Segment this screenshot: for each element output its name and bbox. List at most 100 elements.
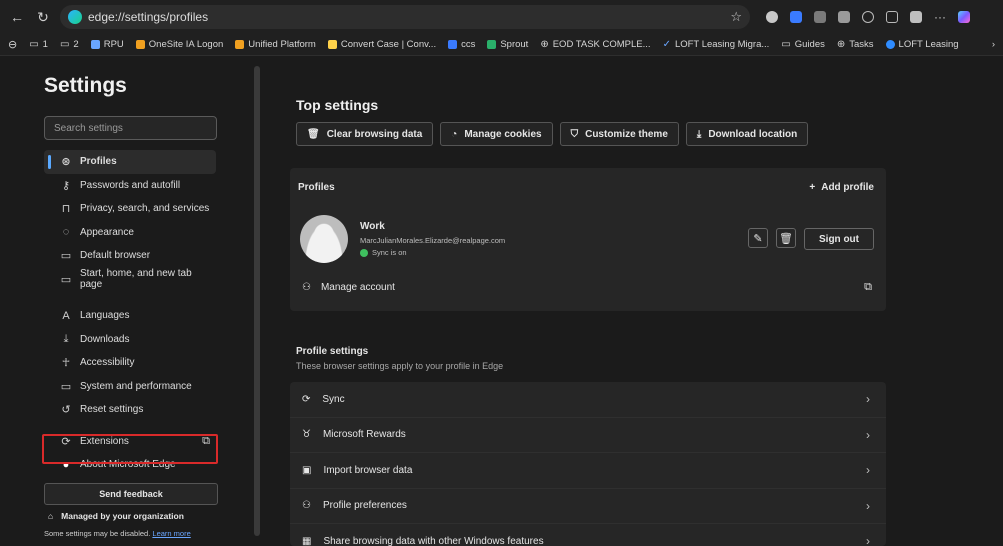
- favorite-item[interactable]: ⊕ EOD TASK COMPLE...: [540, 39, 650, 50]
- avatar[interactable]: [910, 11, 922, 23]
- globe-icon: ⊕: [836, 39, 846, 50]
- profile-name: Work: [360, 221, 385, 232]
- download-location-button[interactable]: ⤓ Download location: [685, 122, 809, 146]
- site-icon: [235, 40, 245, 49]
- sidebar-item-downloads[interactable]: ⤓ Downloads: [44, 328, 216, 352]
- globe-icon: ⊕: [540, 39, 549, 50]
- profiles-heading: Profiles: [298, 182, 335, 193]
- sidebar-item-start-home[interactable]: ▭ Start, home, and new tab page: [44, 268, 216, 292]
- settings-row-sync[interactable]: ⟳ Sync ›: [290, 382, 886, 418]
- learn-more-link[interactable]: Learn more: [152, 529, 190, 538]
- cookie-icon: ◔: [451, 128, 458, 140]
- copilot-icon[interactable]: [958, 11, 970, 23]
- favorite-item[interactable]: Sprout: [487, 39, 528, 50]
- favorite-item[interactable]: LOFT Leasing: [885, 39, 959, 50]
- clear-browsing-data-button[interactable]: 🗑 Clear browsing data: [296, 122, 434, 146]
- settings-row-preferences[interactable]: ⚇ Profile preferences ›: [290, 489, 886, 524]
- extension-icon[interactable]: [838, 11, 850, 23]
- search-placeholder: Search settings: [54, 122, 123, 134]
- search-input[interactable]: Search settings: [44, 116, 217, 140]
- extension-icon[interactable]: [766, 11, 778, 23]
- sidebar-scrollbar[interactable]: [254, 66, 260, 536]
- extension-icons: ···: [766, 10, 970, 24]
- edge-icon: [68, 10, 82, 24]
- refresh-icon[interactable]: ↻: [34, 8, 52, 26]
- delete-profile-button[interactable]: 🗑: [776, 228, 796, 248]
- profile-icon: ⊛: [61, 156, 71, 169]
- sign-out-button[interactable]: Sign out: [804, 228, 874, 250]
- chevron-right-icon: ›: [866, 427, 870, 442]
- profile-settings-title: Profile settings: [296, 346, 369, 357]
- page-title: Settings: [44, 74, 127, 97]
- favorite-item[interactable]: ✓ LOFT Leasing Migra...: [663, 39, 770, 50]
- favorite-item[interactable]: ccs: [448, 39, 475, 50]
- favorite-item[interactable]: Convert Case | Conv...: [327, 39, 436, 50]
- site-icon: [90, 40, 100, 49]
- favorite-star-icon[interactable]: ☆: [730, 9, 742, 25]
- address-bar[interactable]: edge://settings/profiles ☆: [60, 5, 750, 29]
- manage-account-row[interactable]: ⚇ Manage account ⧉: [290, 263, 886, 294]
- profile-settings-card: ⟳ Sync › ♉ Microsoft Rewards › ▣ Import brows…: [290, 382, 886, 546]
- sidebar-item-reset[interactable]: ↺ Reset settings: [44, 398, 216, 422]
- folder-icon: ▭: [781, 39, 791, 50]
- sidebar-item-appearance[interactable]: ◌ Appearance: [44, 221, 216, 245]
- favorite-item[interactable]: ⊕ Tasks: [837, 39, 874, 50]
- favorite-item[interactable]: Unified Platform: [235, 39, 316, 50]
- favorite-item[interactable]: RPU: [90, 39, 124, 50]
- person-icon: ⚇: [302, 282, 311, 293]
- sidebar-item-accessibility[interactable]: ☥ Accessibility: [44, 351, 216, 375]
- disabled-settings-note: Some settings may be disabled. Learn mor…: [44, 528, 191, 538]
- lock-icon: ⊓: [61, 203, 71, 216]
- laptop-icon: ▭: [60, 380, 72, 393]
- profiles-card: Profiles + Add profile Work MarcJulianMor…: [290, 168, 886, 311]
- extension-icon[interactable]: [814, 11, 826, 23]
- favorites-bar: ⊖ ▭ 1 ▭ 2 RPU OneSite IA Logon Unified Pla…: [0, 34, 1003, 56]
- theme-icon: ⛉: [570, 128, 579, 140]
- sidebar-item-system[interactable]: ▭ System and performance: [44, 375, 216, 399]
- languages-icon: A: [62, 309, 70, 322]
- profile-row: Work MarcJulianMorales.Elizarde@realpage…: [290, 215, 886, 263]
- download-icon: ⤓: [63, 332, 69, 345]
- more-icon[interactable]: ···: [934, 10, 946, 24]
- site-icon: [135, 40, 145, 49]
- site-icon: [885, 40, 895, 49]
- favorite-item[interactable]: ▭ 2: [60, 39, 79, 50]
- manage-cookies-button[interactable]: ◔ Manage cookies: [440, 122, 553, 146]
- import-icon: ▣: [302, 464, 312, 476]
- collections-icon[interactable]: ⊖: [8, 38, 17, 51]
- favorite-item[interactable]: ▭ Guides: [781, 39, 825, 50]
- browser-toolbar: ← ↻ edge://settings/profiles ☆ ···: [0, 0, 1003, 34]
- managed-notice: ⌂ Managed by your organization: [48, 510, 184, 521]
- settings-row-rewards[interactable]: ♉ Microsoft Rewards ›: [290, 418, 886, 453]
- accessibility-icon: ☥: [61, 357, 71, 370]
- profile-settings-subtitle: These browser settings apply to your pro…: [296, 361, 504, 371]
- windows-icon: ▦: [302, 535, 312, 546]
- settings-row-import[interactable]: ▣ Import browser data ›: [290, 453, 886, 489]
- download-icon: ⤓: [696, 128, 702, 140]
- sidebar-item-passwords[interactable]: ⚷ Passwords and autofill: [44, 174, 216, 198]
- sidebar-item-profiles[interactable]: ⊛ Profiles: [44, 150, 216, 174]
- add-profile-button[interactable]: + Add profile: [809, 182, 874, 193]
- sidebar-item-privacy[interactable]: ⊓ Privacy, search, and services: [44, 197, 216, 221]
- settings-row-share-windows[interactable]: ▦ Share browsing data with other Windows …: [290, 524, 886, 546]
- reset-icon: ↺: [61, 404, 71, 417]
- avatar: [300, 215, 348, 263]
- favorite-item[interactable]: OneSite IA Logon: [135, 39, 223, 50]
- site-icon: [487, 40, 497, 49]
- favorite-item[interactable]: ▭ 1: [29, 39, 48, 50]
- extension-icon[interactable]: [790, 11, 802, 23]
- favorites-icon[interactable]: [886, 11, 898, 23]
- home-icon: ▭: [60, 273, 72, 286]
- edit-profile-button[interactable]: ✎: [748, 228, 768, 248]
- send-feedback-button[interactable]: Send feedback: [44, 482, 218, 505]
- back-icon[interactable]: ←: [8, 8, 26, 26]
- customize-theme-button[interactable]: ⛉ Customize theme: [559, 122, 679, 146]
- chevron-right-icon: ›: [866, 534, 870, 546]
- rewards-icon: ♉: [302, 429, 311, 441]
- external-link-icon: ⧉: [864, 281, 872, 293]
- sidebar-item-languages[interactable]: A Languages: [44, 304, 216, 328]
- top-settings-title: Top settings: [296, 97, 379, 113]
- chevron-right-icon[interactable]: ›: [992, 39, 995, 50]
- sidebar-item-default-browser[interactable]: ▭ Default browser: [44, 244, 216, 268]
- extensions-puzzle-icon[interactable]: [862, 11, 874, 23]
